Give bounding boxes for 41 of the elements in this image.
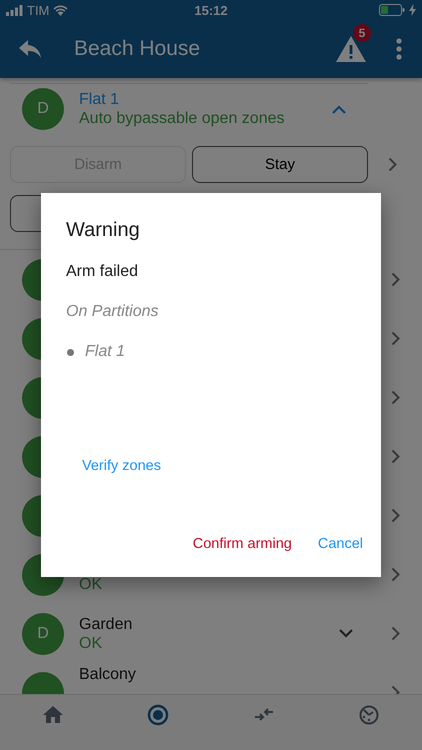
warning-icon[interactable] (336, 36, 366, 62)
signal-icon (6, 4, 23, 16)
zone-status: OK (79, 634, 104, 652)
partition-name: Flat 1 (79, 90, 120, 109)
chevron-right-icon[interactable] (391, 390, 400, 405)
bullet-icon (67, 348, 74, 356)
screen-title: Beach House (74, 37, 202, 61)
chevron-right-icon[interactable] (391, 567, 400, 582)
zone-name: Balcony (79, 666, 137, 683)
chevron-right-icon[interactable] (388, 157, 397, 172)
chevron-right-icon[interactable] (391, 331, 400, 346)
back-icon[interactable] (19, 40, 41, 58)
avatar: D (22, 88, 64, 130)
chevron-right-icon[interactable] (391, 626, 400, 641)
chevron-right-icon[interactable] (391, 508, 400, 523)
alert-count-badge: 5 (353, 24, 371, 42)
wifi-icon (53, 4, 68, 16)
dialog-title: Warning (66, 218, 141, 242)
target-icon[interactable] (147, 704, 170, 726)
avatar: D (22, 612, 64, 654)
zone-status: OK (79, 574, 104, 594)
expand-icon[interactable] (339, 629, 353, 638)
confirm-arming-button[interactable]: Confirm arming (184, 526, 300, 562)
status-time: 15:12 (194, 2, 228, 18)
carrier-name: TIM (27, 2, 50, 18)
battery-icon (379, 4, 405, 16)
timer-icon[interactable] (358, 704, 380, 726)
zone-name: Garden (79, 614, 134, 634)
partition-name: Flat 1 (85, 343, 126, 361)
arm-mode-button[interactable]: Stay (192, 146, 368, 183)
cancel-button[interactable]: Cancel (310, 526, 371, 562)
dialog-message: Arm failed (66, 262, 140, 282)
verify-zones-link[interactable]: Verify zones (82, 458, 161, 474)
dialog-subtitle: On Partitions (66, 302, 160, 322)
chevron-right-icon[interactable] (391, 449, 400, 464)
partition-status: Auto bypassable open zones (79, 109, 286, 128)
chevron-right-icon[interactable] (391, 272, 400, 287)
home-icon[interactable] (42, 704, 64, 726)
collapse-icon[interactable] (332, 104, 346, 114)
more-options-icon[interactable] (396, 38, 402, 60)
charging-icon (409, 4, 416, 16)
